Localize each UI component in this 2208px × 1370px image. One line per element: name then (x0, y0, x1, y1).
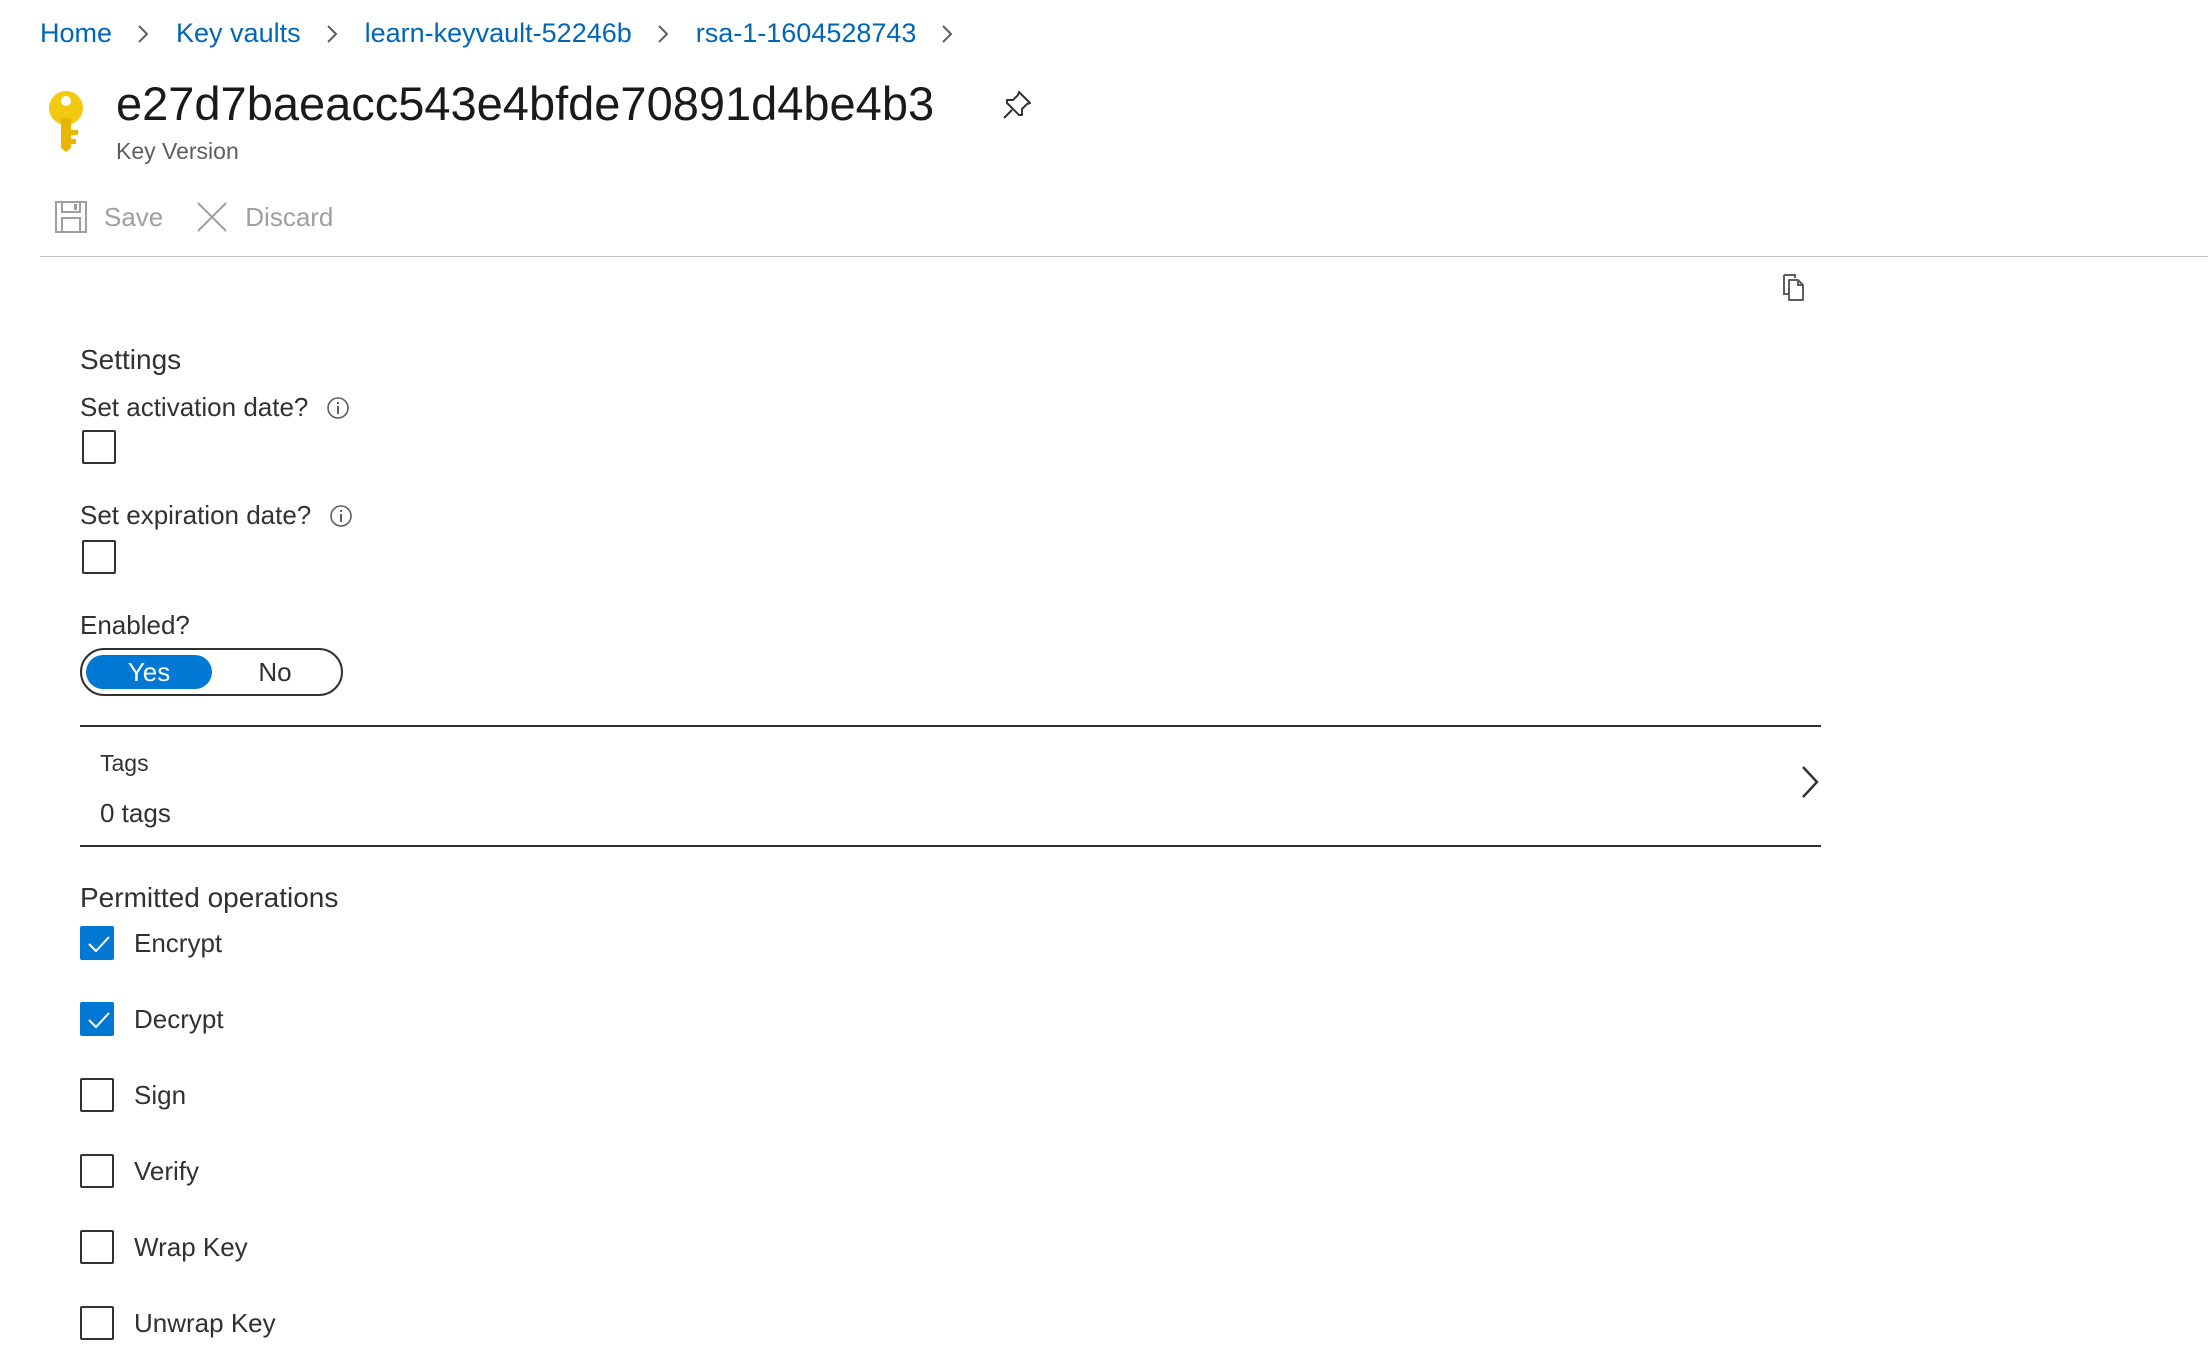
expiration-date-checkbox[interactable] (82, 540, 116, 574)
enabled-label: Enabled? (80, 610, 190, 640)
checkmark-icon (88, 1012, 110, 1029)
activation-date-checkbox[interactable] (82, 430, 116, 464)
chevron-right-icon (321, 23, 343, 45)
key-icon (44, 88, 88, 152)
breadcrumb-home[interactable]: Home (40, 18, 112, 49)
divider (80, 845, 1821, 847)
save-icon (55, 201, 87, 233)
copy-icon[interactable] (1780, 272, 1808, 302)
settings-heading: Settings (80, 344, 182, 375)
expiration-date-label: Set expiration date? (80, 500, 353, 531)
wrap-key-label: Wrap Key (134, 1231, 248, 1262)
sign-checkbox[interactable] (80, 1078, 114, 1112)
checkmark-icon (88, 936, 110, 953)
permitted-operations-heading: Permitted operations (80, 882, 339, 913)
breadcrumb-key-vaults[interactable]: Key vaults (176, 18, 301, 49)
decrypt-label: Decrypt (134, 1003, 224, 1034)
operation-wrap-key[interactable]: Wrap Key (80, 1230, 248, 1264)
divider (80, 725, 1821, 727)
chevron-right-icon (936, 23, 958, 45)
decrypt-checkbox[interactable] (80, 1002, 114, 1036)
discard-button[interactable]: Discard (195, 200, 333, 234)
activation-date-label: Set activation date? (80, 392, 350, 423)
enabled-no-option[interactable]: No (212, 655, 338, 689)
save-label: Save (104, 201, 164, 232)
tags-value: 0 tags (100, 798, 171, 828)
breadcrumb-key[interactable]: rsa-1-1604528743 (696, 18, 917, 49)
unwrap-key-label: Unwrap Key (134, 1307, 276, 1338)
key-version-page: Home Key vaults learn-keyvault-52246b rs… (0, 0, 2208, 1370)
command-bar: Save Discard (54, 200, 365, 234)
toolbar-divider (40, 256, 2208, 257)
operation-decrypt[interactable]: Decrypt (80, 1002, 224, 1036)
sign-label: Sign (134, 1079, 187, 1110)
breadcrumb-keyvault[interactable]: learn-keyvault-52246b (365, 18, 632, 49)
wrap-key-checkbox[interactable] (80, 1230, 114, 1264)
discard-label: Discard (245, 201, 334, 232)
expiration-date-label-text: Set expiration date? (80, 500, 312, 530)
pin-icon[interactable] (1000, 88, 1034, 122)
operation-sign[interactable]: Sign (80, 1078, 186, 1112)
encrypt-label: Encrypt (134, 927, 223, 958)
activation-date-label-text: Set activation date? (80, 392, 309, 422)
enabled-yes-option[interactable]: Yes (86, 655, 212, 689)
verify-label: Verify (134, 1155, 200, 1186)
page-subtitle: Key Version (116, 138, 239, 164)
operation-verify[interactable]: Verify (80, 1154, 199, 1188)
chevron-right-icon (652, 23, 674, 45)
enabled-toggle: Yes No (80, 648, 343, 696)
verify-checkbox[interactable] (80, 1154, 114, 1188)
info-icon[interactable] (329, 504, 353, 528)
operation-unwrap-key[interactable]: Unwrap Key (80, 1306, 276, 1340)
chevron-right-icon (132, 23, 154, 45)
tags-label: Tags (100, 750, 149, 776)
breadcrumb: Home Key vaults learn-keyvault-52246b rs… (40, 18, 980, 49)
operation-encrypt[interactable]: Encrypt (80, 926, 222, 960)
tags-row[interactable]: Tags 0 tags (80, 728, 1821, 846)
info-icon[interactable] (326, 396, 350, 420)
save-button[interactable]: Save (54, 200, 163, 234)
encrypt-checkbox[interactable] (80, 926, 114, 960)
chevron-right-icon (1802, 766, 1819, 798)
close-icon (197, 202, 227, 232)
unwrap-key-checkbox[interactable] (80, 1306, 114, 1340)
page-title: e27d7baeacc543e4bfde70891d4be4b3 (116, 77, 935, 130)
